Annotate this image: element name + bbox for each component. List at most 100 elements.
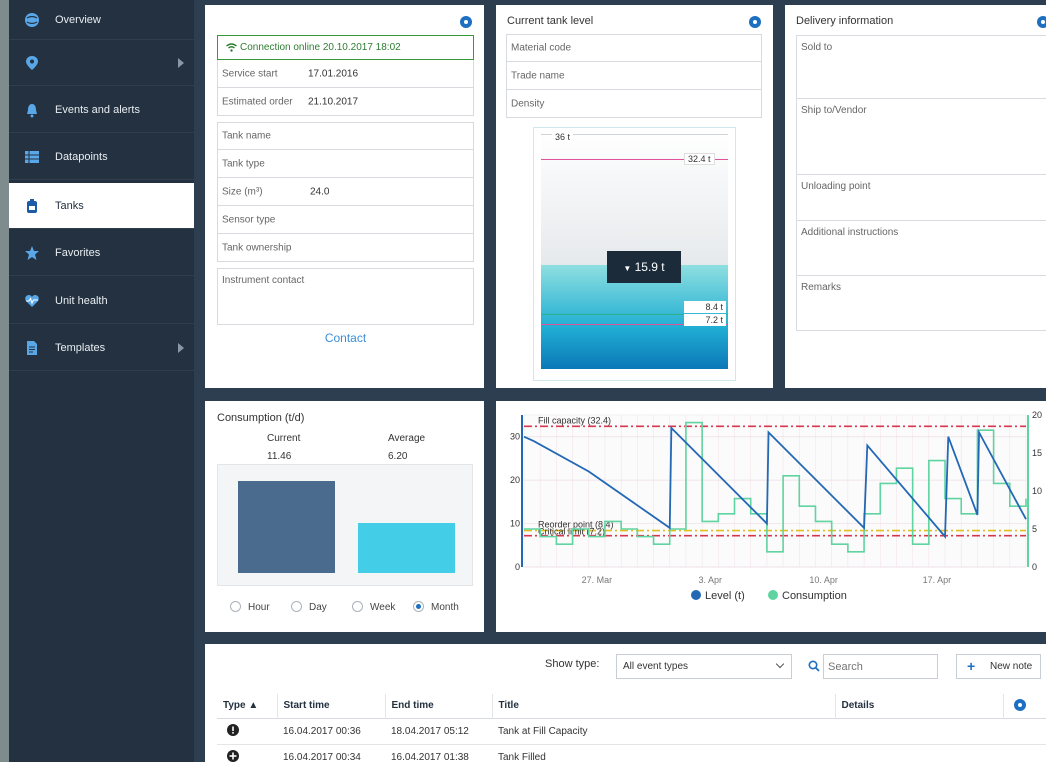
sidebar-item-templates[interactable]: Templates xyxy=(9,325,194,371)
sidebar-item-favorites[interactable]: Favorites xyxy=(9,230,194,276)
row-actions xyxy=(1003,744,1046,762)
range-week-radio[interactable] xyxy=(352,601,363,612)
tank-info-panel: Connection online 20.10.2017 18:02 Servi… xyxy=(205,5,484,388)
add-icon xyxy=(227,749,239,762)
panel-title: Current tank level xyxy=(507,15,594,27)
range-selector: Hour Day Week Month xyxy=(217,599,473,617)
chevron-right-icon xyxy=(178,57,184,68)
range-month-label: Month xyxy=(431,602,459,613)
row-title: Tank Filled xyxy=(498,751,546,762)
list-icon xyxy=(25,150,39,163)
y-right-tick: 15 xyxy=(1032,448,1042,458)
y-left-tick: 30 xyxy=(510,432,520,442)
show-type-label: Show type: xyxy=(545,658,600,670)
delivery-panel: Delivery information Sold to Ship to/Ven… xyxy=(785,5,1046,388)
sidebar-item-label: Events and alerts xyxy=(55,103,140,116)
reorder-label: 8.4 t xyxy=(684,301,726,313)
sidebar-item-unit-health[interactable]: Unit health xyxy=(9,278,194,324)
consumption-bars xyxy=(217,464,473,586)
remarks-box: Remarks xyxy=(796,275,1046,331)
search-input[interactable] xyxy=(823,654,938,679)
down-arrow-icon: ▼ xyxy=(623,264,632,273)
heart-pulse-icon xyxy=(25,294,39,307)
chevron-down-icon xyxy=(775,659,785,669)
contact-button[interactable]: Contact xyxy=(217,327,474,349)
max-level-label: 36 t xyxy=(552,132,574,142)
new-note-button[interactable]: + New note xyxy=(956,654,1041,679)
range-month-radio[interactable] xyxy=(413,601,424,612)
range-day-label: Day xyxy=(309,602,327,613)
sold-to-box: Sold to xyxy=(796,35,1046,99)
y-left-tick: 0 xyxy=(515,562,520,572)
unloading-point-box: Unloading point xyxy=(796,174,1046,221)
size-row: Size (m³) 24.0 xyxy=(217,178,474,206)
sidebar-item-locations[interactable] xyxy=(9,40,194,86)
gear-icon[interactable] xyxy=(1013,699,1026,712)
col-start-time[interactable]: Start time xyxy=(276,694,385,718)
consumption-panel: Consumption (t/d) Current 11.46 Average … xyxy=(205,401,484,632)
current-level-badge: ▼ 15.9 t xyxy=(607,251,681,283)
range-hour-radio[interactable] xyxy=(230,601,241,612)
y-right-tick: 0 xyxy=(1032,562,1037,572)
table-row[interactable]: 16.04.2017 00:36 18.04.2017 05:12 Tank at … xyxy=(217,718,1046,744)
events-panel: Show type: All event types + New note Ty… xyxy=(205,644,1046,762)
current-label: Current xyxy=(267,433,301,444)
col-type[interactable]: Type ▲ xyxy=(217,694,277,718)
connection-status: Connection online 20.10.2017 18:02 xyxy=(217,35,474,60)
wifi-icon xyxy=(226,43,237,52)
y-right-tick: 20 xyxy=(1032,410,1042,420)
row-type xyxy=(217,718,277,744)
search-icon xyxy=(808,660,820,672)
panel-title: Delivery information xyxy=(796,15,894,27)
average-value: 6.20 xyxy=(388,451,408,462)
star-icon xyxy=(25,245,39,260)
gear-icon[interactable] xyxy=(1037,16,1046,28)
event-type-select[interactable]: All event types xyxy=(616,654,792,679)
fill-capacity-label: Fill capacity (32.4) xyxy=(538,415,611,425)
range-day-radio[interactable] xyxy=(291,601,302,612)
row-details xyxy=(835,744,1003,762)
table-settings[interactable] xyxy=(1002,694,1046,718)
location-pin-icon xyxy=(26,55,38,70)
x-tick: 10. Apr xyxy=(809,575,838,585)
current-value: 11.46 xyxy=(267,451,292,462)
level-chart-panel: 0 10 20 30 0 5 10 15 20 27. Mar 3. Apr 10. Apr 17. A… xyxy=(496,401,1046,632)
tank-name-row: Tank name xyxy=(217,122,474,150)
col-details[interactable]: Details xyxy=(834,694,1003,718)
alert-icon xyxy=(227,723,239,736)
ship-to-box: Ship to/Vendor xyxy=(796,98,1046,175)
sort-asc-icon: ▲ xyxy=(248,700,259,712)
sidebar-item-label: Tanks xyxy=(55,199,84,212)
col-end-time[interactable]: End time xyxy=(384,694,492,718)
sidebar-item-label: Templates xyxy=(55,341,106,354)
y-left-tick: 10 xyxy=(510,519,520,529)
fill-capacity-label: 32.4 t xyxy=(684,153,715,165)
row-actions xyxy=(1003,718,1046,744)
gear-icon[interactable] xyxy=(749,16,761,28)
service-start-row: Service start 17.01.2016 xyxy=(217,60,474,88)
sidebar-item-datapoints[interactable]: Datapoints xyxy=(9,134,194,180)
critical-label: 7.2 t xyxy=(684,314,726,326)
plus-icon: + xyxy=(967,658,976,674)
events-table: Type ▲ Start time End time Title Details… xyxy=(217,694,1046,762)
sidebar-item-tanks[interactable]: Tanks xyxy=(9,183,194,229)
tank-icon xyxy=(27,198,37,213)
sidebar-item-label: Datapoints xyxy=(55,150,108,163)
y-right-tick: 10 xyxy=(1032,486,1042,496)
legend-marker xyxy=(691,590,701,600)
table-row[interactable]: 16.04.2017 00:34 16.04.2017 01:38 Tank Fil… xyxy=(217,744,1046,762)
y-right-tick: 5 xyxy=(1032,524,1037,534)
legend-label-consumption: Consumption xyxy=(782,590,847,602)
row-start-time: 16.04.2017 00:36 xyxy=(283,725,361,737)
row-type xyxy=(217,744,277,762)
sidebar-item-overview[interactable]: Overview xyxy=(9,0,194,40)
gear-icon[interactable] xyxy=(460,16,472,28)
globe-icon xyxy=(25,12,39,27)
x-tick: 3. Apr xyxy=(698,575,722,585)
material-code-row: Material code xyxy=(506,34,762,62)
average-label: Average xyxy=(388,433,426,444)
sidebar-item-events[interactable]: Events and alerts xyxy=(9,87,194,133)
tank-level-panel: Current tank level Material code Trade n… xyxy=(496,5,773,388)
row-details xyxy=(835,718,1003,744)
col-title[interactable]: Title xyxy=(491,694,835,718)
